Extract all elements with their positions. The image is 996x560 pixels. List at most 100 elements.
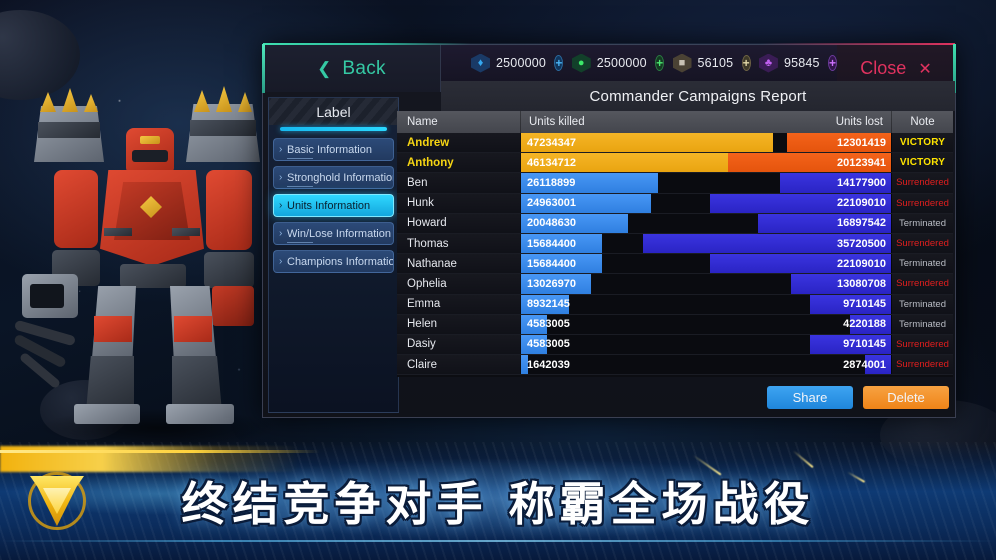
sidebar-item-champions-information[interactable]: Champions Information <box>273 250 394 273</box>
table-row[interactable]: Ophelia 13026970 13080708 Surrendered <box>397 274 953 295</box>
resource-metal-value: 56105 <box>697 56 734 70</box>
sidebar-item-basic-information[interactable]: Basic Information <box>273 138 394 161</box>
sidebar-item-stronghold-information[interactable]: Stronghold Information <box>273 166 394 189</box>
column-header-note: Note <box>910 116 935 128</box>
table-row[interactable]: Emma 8932145 9710145 Terminated <box>397 294 953 315</box>
units-lost-bar: 35720500 <box>643 233 891 254</box>
add-metal-button[interactable]: + <box>741 55 751 71</box>
units-lost-bar: 9710145 <box>809 334 891 355</box>
cell-note: Surrendered <box>892 334 953 355</box>
sidebar-item-label: Stronghold Information <box>287 171 394 184</box>
add-gas-button[interactable]: + <box>655 55 665 71</box>
status-badge: Terminated <box>899 318 946 330</box>
crystal-hex-icon: ♣ <box>758 53 778 73</box>
cell-bars: 1642039 2874001 <box>521 355 892 375</box>
table-row[interactable]: Ben 26118899 14177900 Surrendered <box>397 173 953 194</box>
cell-name: Howard <box>397 213 521 233</box>
energy-hex-icon: ♦ <box>471 53 490 73</box>
add-energy-button[interactable]: + <box>554 55 564 71</box>
campaigns-report-dialog: ❮ Back ♦ 2500000 + ● 2500000 + ■ 56105 + <box>262 43 956 418</box>
units-killed-bar: 47234347 <box>521 133 773 153</box>
cell-note: Terminated <box>892 213 953 233</box>
cell-note: Surrendered <box>892 355 953 375</box>
delete-button[interactable]: Delete <box>863 386 949 409</box>
cell-bars: 8932145 9710145 <box>521 294 892 314</box>
sidebar-item-label: Win/Lose Information <box>287 227 391 240</box>
status-badge: Terminated <box>899 298 946 310</box>
campaigns-table: Name Units killed Units lost Note Andrew… <box>397 111 953 377</box>
label-sidebar: Label Basic Information Stronghold Infor… <box>268 97 399 413</box>
resource-energy[interactable]: ♦ 2500000 <box>471 53 547 73</box>
status-badge: Surrendered <box>896 359 949 371</box>
gas-drop-hex-icon: ● <box>571 53 591 73</box>
chevron-left-icon: ❮ <box>317 59 332 78</box>
resource-gas[interactable]: ● 2500000 <box>571 53 647 73</box>
sidebar-header-label: Label <box>316 103 351 120</box>
resource-metal[interactable]: ■ 56105 <box>672 53 734 73</box>
table-row[interactable]: Andrew 47234347 12301419 VICTORY <box>397 133 953 154</box>
sidebar-item-label: Basic Information <box>287 143 372 156</box>
sidebar-item-win-lose-information[interactable]: Win/Lose Information <box>273 222 394 245</box>
units-lost-bar: 4220188 <box>843 314 891 334</box>
status-badge: VICTORY <box>899 137 946 149</box>
cell-note: Surrendered <box>892 233 953 254</box>
units-lost-bar: 16897542 <box>757 213 891 233</box>
table-row[interactable]: Nathanae 15684400 22109010 Terminated <box>397 254 953 275</box>
share-button[interactable]: Share <box>767 386 853 409</box>
table-row[interactable]: Claire 1642039 2874001 Surrendered <box>397 355 953 376</box>
cell-note: VICTORY <box>892 153 953 173</box>
dialog-footer: Share Delete <box>767 386 949 409</box>
cell-bars: 13026970 13080708 <box>521 274 892 294</box>
table-header-row: Name Units killed Units lost Note <box>397 111 953 133</box>
banner-gold-line <box>0 450 320 453</box>
resource-crystal[interactable]: ♣ 95845 <box>758 53 820 73</box>
units-lost-bar: 9710145 <box>809 294 891 314</box>
cell-name: Ophelia <box>397 274 521 294</box>
sidebar-header-underline <box>280 127 387 131</box>
resource-energy-value: 2500000 <box>496 56 547 70</box>
page-title: Commander Campaigns Report <box>589 87 807 105</box>
table-row[interactable]: Anthony 46134712 20123941 VICTORY <box>397 153 953 174</box>
units-killed-bar: 8932145 <box>521 294 570 314</box>
status-badge: Terminated <box>899 217 946 229</box>
cell-name: Dasiy <box>397 334 521 355</box>
cell-name: Claire <box>397 355 521 375</box>
cell-bars: 26118899 14177900 <box>521 173 892 193</box>
cell-note: Surrendered <box>892 173 953 193</box>
table-row[interactable]: Howard 20048630 16897542 Terminated <box>397 213 953 234</box>
cell-name: Thomas <box>397 233 521 254</box>
table-row[interactable]: Dasiy 4583005 9710145 Surrendered <box>397 334 953 356</box>
table-body: Andrew 47234347 12301419 VICTORY Anthony 4613… <box>397 133 953 376</box>
units-lost-bar: 2874001 <box>843 355 891 375</box>
game-screen: ❮ Back ♦ 2500000 + ● 2500000 + ■ 56105 + <box>0 0 996 560</box>
add-crystal-button[interactable]: + <box>828 55 838 71</box>
cell-bars: 24963001 22109010 <box>521 193 892 213</box>
dialog-title-bar: Commander Campaigns Report <box>441 81 955 111</box>
units-killed-bar: 20048630 <box>521 213 629 233</box>
status-badge: VICTORY <box>899 157 946 169</box>
sidebar-item-units-information[interactable]: Units Information <box>273 194 394 217</box>
cell-name: Hunk <box>397 193 521 213</box>
sidebar-header: Label <box>269 98 398 125</box>
cell-bars: 47234347 12301419 <box>521 133 892 153</box>
table-row[interactable]: Helen 4583005 4220188 Terminated <box>397 314 953 335</box>
cell-note: Surrendered <box>892 193 953 213</box>
metal-hex-icon: ■ <box>672 53 692 73</box>
cell-name: Andrew <box>397 133 521 153</box>
back-button[interactable]: ❮ Back <box>262 44 441 93</box>
status-badge: Surrendered <box>896 177 949 189</box>
close-button-label: Close <box>860 58 907 78</box>
status-badge: Surrendered <box>896 278 949 290</box>
cell-name: Ben <box>397 173 521 193</box>
table-row[interactable]: Hunk 24963001 22109010 Surrendered <box>397 193 953 214</box>
cell-note: Terminated <box>892 314 953 334</box>
cell-note: Surrendered <box>892 274 953 294</box>
sidebar-item-list: Basic Information Stronghold Information… <box>269 138 398 273</box>
units-lost-bar: 22109010 <box>709 254 891 274</box>
cell-note: VICTORY <box>892 133 953 153</box>
units-killed-bar: 4583005 <box>521 314 570 334</box>
table-row[interactable]: Thomas 15684400 35720500 Surrendered <box>397 233 953 255</box>
cell-bars: 15684400 35720500 <box>521 233 892 254</box>
back-button-label: Back <box>342 57 386 79</box>
resource-bar: ♦ 2500000 + ● 2500000 + ■ 56105 + ♣ 9584… <box>441 45 838 81</box>
